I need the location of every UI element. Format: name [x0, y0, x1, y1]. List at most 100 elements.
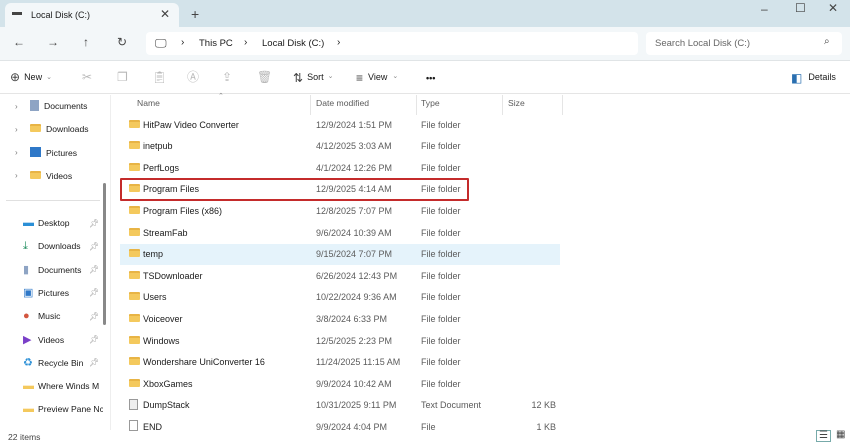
quick-access-pictures[interactable]: ▣ Pictures 📌︎ — [0, 283, 103, 303]
pin-icon[interactable]: 📌︎ — [89, 335, 99, 344]
breadcrumb-this-pc[interactable]: This PC — [199, 38, 233, 49]
computer-icon: 🖵 — [155, 36, 167, 50]
file-date: 3/8/2024 6:33 PM — [316, 313, 388, 324]
delete-icon[interactable]: 🗑︎ — [257, 71, 272, 83]
item-count: 22 items — [8, 432, 41, 442]
quick-access-where-winds-m[interactable]: ▬ Where Winds M — [0, 376, 103, 396]
details-pane-button[interactable]: ◧ Details — [791, 72, 836, 84]
rename-icon[interactable]: Ⓐ — [187, 71, 199, 83]
view-button[interactable]: ≡ View ⌄ — [356, 72, 398, 84]
file-date: 10/31/2025 9:11 PM — [316, 400, 397, 411]
file-row[interactable]: Program Files (x86) 12/8/2025 7:07 PM File… — [120, 200, 560, 221]
back-button[interactable]: ← — [13, 36, 25, 48]
refresh-button[interactable]: ↻ — [117, 36, 127, 48]
expand-chevron-icon[interactable]: › — [15, 171, 18, 180]
file-date: 4/1/2024 12:26 PM — [316, 162, 393, 173]
search-input[interactable]: Search Local Disk (C:) ⌕ — [646, 32, 842, 55]
tab-local-disk[interactable]: ▬ Local Disk (C:) ✕ — [5, 3, 179, 27]
details-view-button[interactable]: ☰ — [816, 430, 831, 442]
sidebar-item-videos[interactable]: › Videos — [0, 166, 103, 186]
share-icon[interactable]: ⇪ — [222, 71, 232, 83]
file-row[interactable]: inetpub 4/12/2025 3:03 AM File folder — [120, 136, 560, 157]
forward-button[interactable]: → — [47, 36, 59, 48]
file-type: File folder — [421, 292, 461, 303]
sort-button[interactable]: ⇅ Sort ⌄ — [293, 72, 333, 84]
expand-chevron-icon[interactable]: › — [15, 102, 18, 111]
file-row[interactable]: Windows 12/5/2025 2:23 PM File folder — [120, 330, 560, 351]
file-row[interactable]: StreamFab 9/6/2024 10:39 AM File folder — [120, 222, 560, 243]
sidebar-item-pictures[interactable]: › Pictures — [0, 143, 103, 163]
pin-icon[interactable]: 📌︎ — [89, 312, 99, 321]
folder-icon — [30, 170, 46, 181]
quick-access-documents[interactable]: ▮ Documents 📌︎ — [0, 260, 103, 280]
file-row[interactable]: temp 9/15/2024 7:07 PM File folder — [120, 243, 560, 265]
close-window-button[interactable]: ✕ — [828, 2, 838, 14]
column-header-size[interactable]: Size — [508, 98, 525, 108]
tiles-view-button[interactable]: ▦ — [836, 430, 845, 440]
quick-access-recycle-bin[interactable]: ♻ Recycle Bin 📌︎ — [0, 353, 103, 373]
pin-icon[interactable]: 📌︎ — [89, 242, 99, 251]
up-button[interactable]: ↑ — [83, 36, 89, 48]
sidebar-scrollbar[interactable] — [103, 183, 106, 325]
file-row[interactable]: TSDownloader 6/26/2024 12:43 PM File folde… — [120, 265, 560, 286]
file-row[interactable]: DumpStack 10/31/2025 9:11 PM Text Document… — [120, 395, 560, 416]
quick-access-videos[interactable]: ▶ Videos 📌︎ — [0, 330, 103, 350]
file-row[interactable]: HitPaw Video Converter 12/9/2024 1:51 PM F… — [120, 114, 560, 135]
file-type: File folder — [421, 249, 461, 260]
search-icon: ⌕ — [824, 36, 830, 47]
cut-icon[interactable]: ✂ — [82, 71, 92, 83]
file-type: File folder — [421, 313, 461, 324]
file-name: Program Files (x86) — [143, 205, 223, 216]
column-header-date[interactable]: Date modified — [316, 98, 369, 108]
recycle-bin-icon: ♻ — [23, 357, 33, 370]
column-header-name[interactable]: Name — [137, 98, 160, 108]
close-tab-icon[interactable]: ✕ — [160, 8, 170, 20]
file-name: Wondershare UniConverter 16 — [143, 357, 265, 368]
file-row[interactable]: Users 10/22/2024 9:36 AM File folder — [120, 287, 560, 308]
file-row[interactable]: PerfLogs 4/1/2024 12:26 PM File folder — [120, 157, 560, 178]
new-button[interactable]: ⊕ New ⌄ — [10, 71, 52, 83]
file-row[interactable]: END 9/9/2024 4:04 PM File 1 KB — [120, 416, 560, 437]
maximize-button[interactable]: ☐ — [795, 2, 806, 14]
pictures-icon: ▣ — [23, 287, 34, 300]
pin-icon[interactable]: 📌︎ — [89, 358, 99, 367]
breadcrumb-chevron-icon[interactable]: › — [337, 37, 340, 48]
paste-icon[interactable]: 📋︎ — [152, 71, 167, 83]
file-name: XboxGames — [143, 378, 193, 389]
file-name: PerfLogs — [143, 162, 180, 173]
file-row[interactable]: Wondershare UniConverter 16 11/24/2025 11… — [120, 352, 560, 373]
file-name: HitPaw Video Converter — [143, 119, 239, 130]
expand-chevron-icon[interactable]: › — [15, 148, 18, 157]
column-header-type[interactable]: Type — [421, 98, 440, 108]
copy-icon[interactable]: ❐ — [117, 71, 128, 83]
file-size: 12 KB — [531, 400, 556, 411]
quick-access-music[interactable]: ● Music 📌︎ — [0, 306, 103, 326]
minimize-button[interactable]: – — [761, 3, 768, 15]
file-row[interactable]: Voiceover 3/8/2024 6:33 PM File folder — [120, 308, 560, 329]
file-icon — [129, 420, 138, 433]
file-row[interactable]: XboxGames 9/9/2024 10:42 AM File folder — [120, 373, 560, 394]
new-tab-button[interactable]: + — [191, 7, 199, 21]
file-name: Voiceover — [143, 313, 183, 324]
pin-icon[interactable]: 📌︎ — [89, 219, 99, 228]
file-type: File — [421, 421, 436, 432]
download-icon: ⤓ — [23, 239, 28, 252]
sidebar-item-downloads[interactable]: › Downloads — [0, 119, 103, 139]
folder-icon: ▬ — [23, 403, 34, 416]
sidebar-item-documents[interactable]: › Documents — [0, 96, 103, 116]
documents-icon — [30, 99, 44, 113]
file-type: Text Document — [421, 400, 482, 411]
quick-access-desktop[interactable]: ▬ Desktop 📌︎ — [0, 213, 103, 233]
sidebar-item-label: Preview Pane Nc — [38, 404, 103, 415]
quick-access-downloads[interactable]: ⤓ Downloads 📌︎ — [0, 236, 103, 256]
breadcrumb-local-disk[interactable]: Local Disk (C:) — [262, 38, 324, 49]
quick-access-preview-pane-nc[interactable]: ▬ Preview Pane Nc — [0, 399, 103, 419]
pin-icon[interactable]: 📌︎ — [89, 265, 99, 274]
pin-icon[interactable]: 📌︎ — [89, 288, 99, 297]
file-date: 9/9/2024 10:42 AM — [316, 378, 392, 389]
address-bar[interactable]: 🖵 › This PC › Local Disk (C:) › — [146, 32, 638, 55]
more-options-button[interactable]: ••• — [426, 73, 435, 83]
expand-chevron-icon[interactable]: › — [15, 125, 18, 134]
new-label: New — [24, 72, 43, 82]
file-name: StreamFab — [143, 227, 188, 238]
